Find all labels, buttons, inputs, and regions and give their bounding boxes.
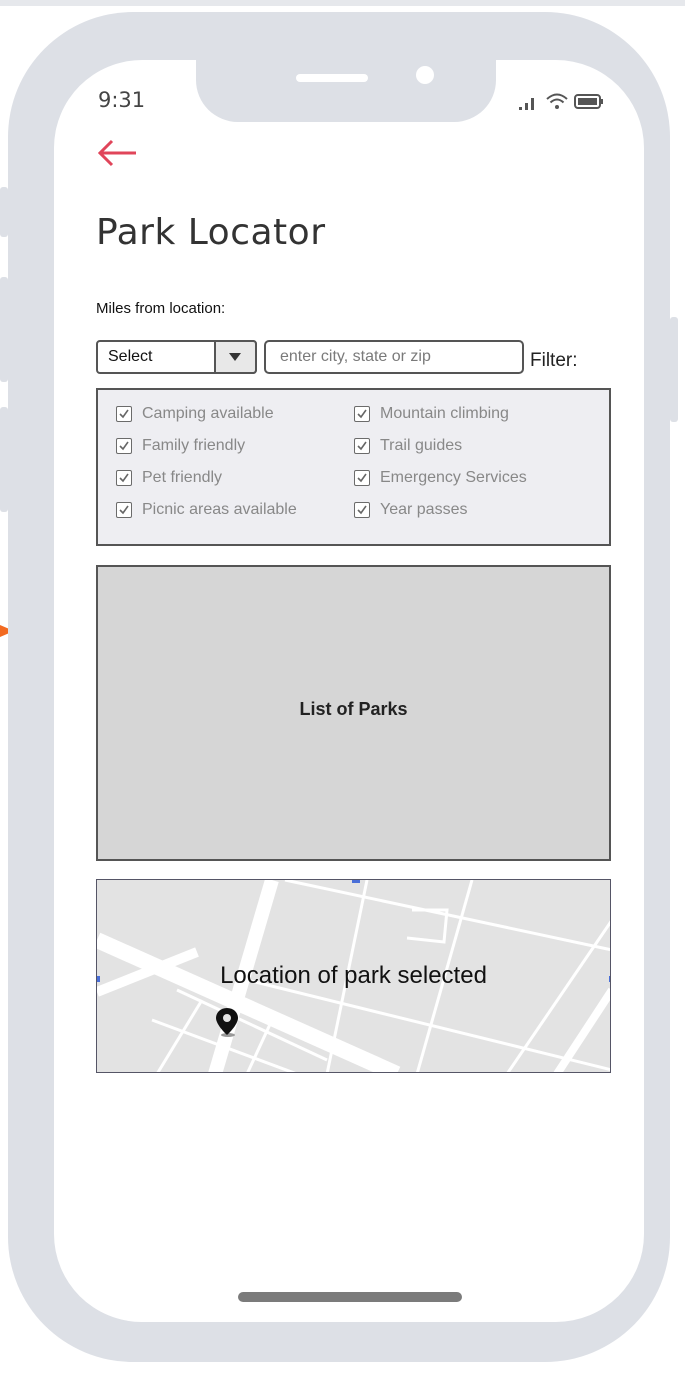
status-time: 9:31	[98, 88, 146, 112]
notch	[196, 60, 496, 122]
checkmark-icon	[357, 409, 367, 419]
phone-screen: 9:31 Park Locator Miles from location: S…	[54, 60, 644, 1322]
filter-label-text: Pet friendly	[142, 469, 223, 486]
checkbox[interactable]	[354, 406, 370, 422]
side-button-volume-down	[0, 407, 8, 512]
page-title: Park Locator	[96, 212, 326, 253]
filter-label-text: Trail guides	[380, 437, 463, 454]
top-strip	[0, 0, 685, 6]
wifi-icon	[546, 93, 568, 109]
map-pin-icon[interactable]	[215, 1007, 239, 1037]
checkmark-icon	[119, 441, 129, 451]
phone-frame: 9:31 Park Locator Miles from location: S…	[0, 12, 678, 1362]
park-list[interactable]: List of Parks	[96, 565, 611, 861]
checkmark-icon	[357, 473, 367, 483]
checkbox[interactable]	[116, 502, 132, 518]
home-indicator[interactable]	[238, 1292, 462, 1302]
filter-label-text: Emergency Services	[380, 469, 527, 486]
filter-label-text: Year passes	[380, 501, 468, 518]
filter-pet[interactable]: Pet friendly	[116, 466, 222, 490]
checkmark-icon	[119, 505, 129, 515]
filter-label-text: Camping available	[142, 405, 274, 422]
filter-family[interactable]: Family friendly	[116, 434, 245, 458]
filter-label-text: Picnic areas available	[142, 501, 297, 518]
speaker-grille	[296, 74, 368, 82]
checkbox[interactable]	[116, 470, 132, 486]
checkmark-icon	[119, 409, 129, 419]
back-arrow-icon[interactable]	[96, 138, 138, 168]
filter-picnic[interactable]: Picnic areas available	[116, 498, 297, 522]
filter-label: Filter:	[530, 350, 578, 371]
checkbox[interactable]	[116, 438, 132, 454]
checkmark-icon	[357, 505, 367, 515]
checkmark-icon	[357, 441, 367, 451]
filter-emergency[interactable]: Emergency Services	[354, 466, 527, 490]
checkbox[interactable]	[354, 438, 370, 454]
checkbox[interactable]	[116, 406, 132, 422]
filter-label-text: Mountain climbing	[380, 405, 509, 422]
filter-trail-guides[interactable]: Trail guides	[354, 434, 462, 458]
checkbox[interactable]	[354, 470, 370, 486]
miles-select[interactable]: Select	[96, 340, 257, 374]
battery-icon	[574, 94, 603, 109]
status-icons	[519, 93, 603, 110]
chevron-down-icon	[229, 353, 241, 361]
filter-year-passes[interactable]: Year passes	[354, 498, 467, 522]
dropdown-button[interactable]	[214, 340, 257, 374]
map-label: Location of park selected	[220, 962, 487, 989]
park-map[interactable]: Location of park selected	[96, 879, 611, 1073]
location-input[interactable]	[264, 340, 524, 374]
park-list-label: List of Parks	[299, 699, 408, 719]
side-button-mute	[0, 187, 8, 237]
selection-handle	[352, 880, 360, 883]
checkbox[interactable]	[354, 502, 370, 518]
side-button-volume-up	[0, 277, 8, 382]
filter-mountain[interactable]: Mountain climbing	[354, 402, 509, 426]
signal-icon	[519, 98, 534, 110]
filter-camping[interactable]: Camping available	[116, 402, 274, 426]
side-button-power	[670, 317, 678, 422]
checkmark-icon	[119, 473, 129, 483]
filter-panel: Camping available Family friendly Pet fr…	[96, 388, 611, 546]
front-camera	[416, 66, 434, 84]
filter-label-text: Family friendly	[142, 437, 246, 454]
miles-label: Miles from location:	[96, 300, 226, 317]
miles-select-value: Select	[108, 348, 153, 365]
